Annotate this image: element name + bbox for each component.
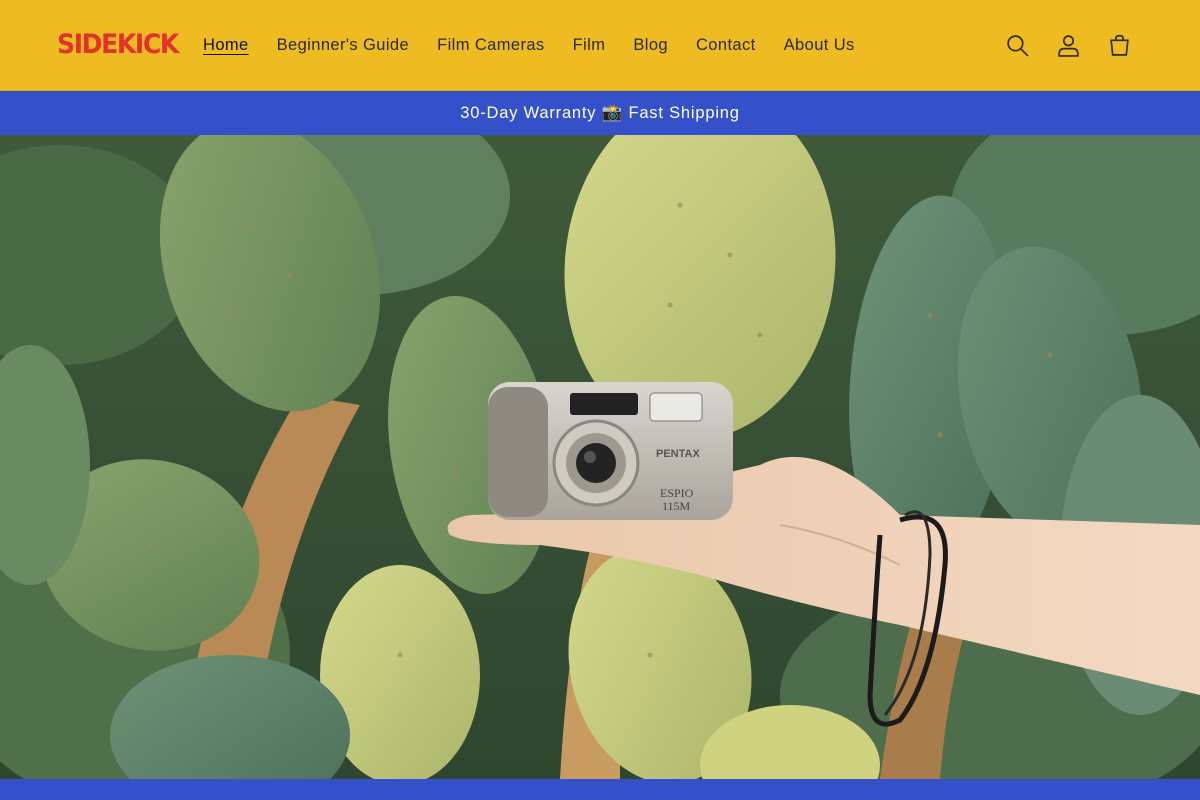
search-icon [1007,35,1029,57]
cart-button[interactable] [1094,24,1145,68]
bottom-band [0,779,1200,800]
main-nav: Home Beginner's Guide Film Cameras Film … [203,0,883,91]
account-icon [1058,35,1079,57]
site-header: SIDEKICK Home Beginner's Guide Film Came… [0,0,1200,91]
nav-item-beginners-guide[interactable]: Beginner's Guide [277,36,409,55]
nav-item-blog[interactable]: Blog [633,36,668,55]
header-icons [992,0,1145,91]
nav-item-film[interactable]: Film [573,36,606,55]
camera: PENTAX ESPIO 115M [488,382,733,520]
camera-brand: PENTAX [656,448,700,460]
hero-image: PENTAX ESPIO 115M [0,135,1200,779]
nav-item-home[interactable]: Home [203,36,249,55]
nav-item-about-us[interactable]: About Us [784,36,855,55]
camera-model-line1: ESPIO [660,486,694,500]
search-button[interactable] [992,24,1043,68]
hero-banner: PENTAX ESPIO 115M [0,135,1200,779]
account-button[interactable] [1043,24,1094,68]
announcement-bar: 30-Day Warranty 📸 Fast Shipping [0,91,1200,135]
cart-icon [1110,34,1129,56]
announcement-text: 30-Day Warranty 📸 Fast Shipping [460,103,740,122]
nav-item-film-cameras[interactable]: Film Cameras [437,36,544,55]
camera-model-line2: 115M [662,499,691,513]
nav-item-contact[interactable]: Contact [696,36,756,55]
brand-logo[interactable]: SIDEKICK [57,30,179,60]
